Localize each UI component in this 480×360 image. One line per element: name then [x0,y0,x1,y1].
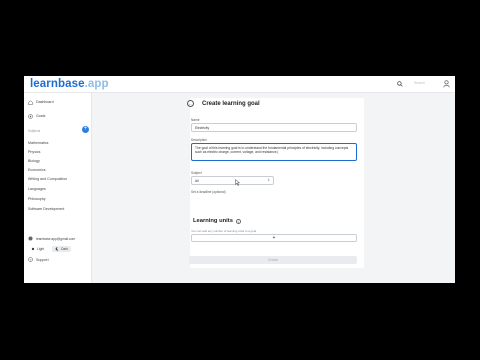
moon-icon [55,247,59,251]
subject-label: Subject [191,171,202,175]
sidebar-subject[interactable]: Writing and Composition [28,177,67,182]
sidebar-item-dashboard[interactable]: Dashboard [28,99,54,105]
target-icon [28,113,33,119]
search-icon[interactable] [397,81,403,87]
name-label: Name [191,118,200,122]
deadline-field[interactable] [191,195,274,204]
create-goal-form: ← Create learning goal Name Electricity … [187,98,364,268]
theme-switch: Light Dark [28,246,72,252]
sun-icon [31,247,35,251]
sidebar-subject[interactable]: Languages [28,187,46,192]
subject-select[interactable]: All ⇕ [191,176,274,185]
back-arrow-icon[interactable]: ← [187,100,194,107]
home-icon [28,99,33,105]
chevron-up-down-icon: ⇕ [267,178,270,182]
sidebar: Dashboard Goals Subjects + Mathematics P… [24,93,92,283]
support-link[interactable]: ? Support [28,257,49,262]
account-email[interactable]: learnbase.app@gmail.com [28,236,75,241]
deadline-label: Set a deadline (optional) [191,190,226,194]
description-label: Description [191,138,207,142]
subjects-heading: Subjects [28,129,41,133]
mouse-cursor-icon [235,179,240,186]
sidebar-subject[interactable]: Philosophy [28,197,46,202]
add-subject-button[interactable]: + [82,126,89,133]
learning-units-heading: Learning units i [193,218,241,224]
learning-units-hint: You can add any number of learning units… [191,229,257,233]
add-learning-unit-button[interactable]: + [191,234,357,242]
sidebar-subject[interactable]: Mathematics [28,141,48,146]
sidebar-subject[interactable]: Software Development [28,207,64,212]
user-icon [28,236,33,241]
info-icon[interactable]: i [235,218,241,224]
create-button[interactable]: Create [189,256,357,264]
app-logo[interactable]: learnbase.app [30,77,109,91]
sidebar-item-goals[interactable]: Goals [28,113,45,119]
theme-light-button[interactable]: Light [28,246,48,252]
name-field[interactable]: Electricity [191,123,357,132]
app-window: learnbase.app Search Dashboard Goals Sub… [24,76,455,283]
page-title: Create learning goal [202,101,260,107]
user-icon[interactable] [443,80,450,88]
sidebar-subject[interactable]: Biology [28,159,40,164]
theme-dark-button[interactable]: Dark [52,246,72,252]
sidebar-subject[interactable]: Economics [28,168,46,173]
help-icon: ? [28,257,33,262]
top-bar: learnbase.app Search [24,76,455,93]
sidebar-subject[interactable]: Physics [28,150,40,155]
description-field[interactable]: The goal of this learning goal is to und… [191,143,357,161]
